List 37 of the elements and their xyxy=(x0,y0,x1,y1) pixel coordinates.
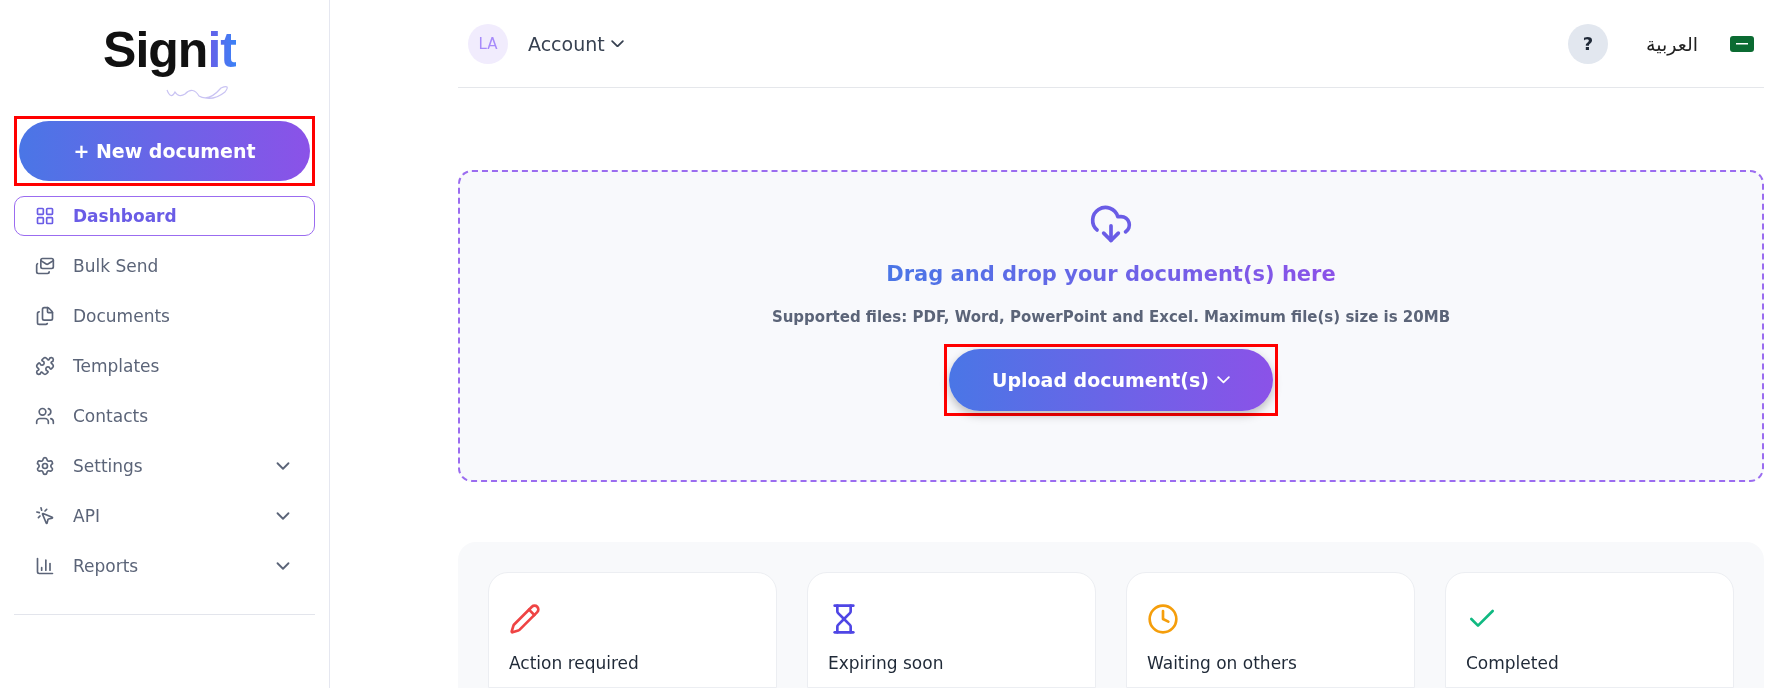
avatar: LA xyxy=(468,23,508,64)
settings-icon xyxy=(35,456,55,476)
dropzone-title: Drag and drop your document(s) here xyxy=(886,262,1336,286)
sidebar-item[interactable]: Dashboard xyxy=(14,196,315,236)
chevron-down-icon xyxy=(1217,376,1230,384)
card-label: Waiting on others xyxy=(1147,653,1298,673)
mail-stack-icon xyxy=(35,256,55,276)
status-card[interactable]: Expiring soon xyxy=(807,572,1096,688)
upload-button[interactable]: Upload document(s) xyxy=(949,349,1273,411)
sidebar-item[interactable]: API xyxy=(14,496,315,536)
sidebar-item[interactable]: Reports xyxy=(14,546,315,586)
card-label: Action required xyxy=(509,653,640,673)
bar-chart-icon xyxy=(35,556,55,576)
pointer-click-icon xyxy=(35,506,55,526)
dropzone-subtitle: Supported files: PDF, Word, PowerPoint and Excel. Maximum file(s) size is 20MB xyxy=(771,308,1451,326)
files-icon xyxy=(35,306,55,326)
status-card[interactable]: Action required xyxy=(488,572,777,688)
sidebar-item[interactable]: Bulk Send xyxy=(14,246,315,286)
grid-icon xyxy=(35,206,55,226)
card-label: Expiring soon xyxy=(828,653,945,673)
card-label: Completed xyxy=(1466,653,1560,673)
sidebar-item[interactable]: Documents xyxy=(14,296,315,336)
sidebar-item[interactable]: Contacts xyxy=(14,396,315,436)
language-link[interactable]: العربية xyxy=(1640,31,1704,56)
account-menu[interactable]: Account xyxy=(522,31,630,56)
dropzone[interactable]: Drag and drop your document(s) here Supported files: PDF, Word, PowerPoint and Excel. Maximum file(s) size is 20MB Upload document(s) xyxy=(458,170,1764,482)
status-card[interactable]: Waiting on others xyxy=(1126,572,1415,688)
logo: Signit xyxy=(103,18,236,116)
puzzle-icon xyxy=(35,356,55,376)
chevron-down-icon xyxy=(610,39,624,48)
sidebar-item[interactable]: Settings xyxy=(14,446,315,486)
users-icon xyxy=(35,406,55,426)
new-document-button[interactable]: + New document xyxy=(19,121,310,181)
help-button[interactable]: ? xyxy=(1568,23,1609,64)
status-card[interactable]: Completed xyxy=(1445,572,1734,688)
sidebar-item[interactable]: Templates xyxy=(14,346,315,386)
flag-icon xyxy=(1730,35,1754,52)
